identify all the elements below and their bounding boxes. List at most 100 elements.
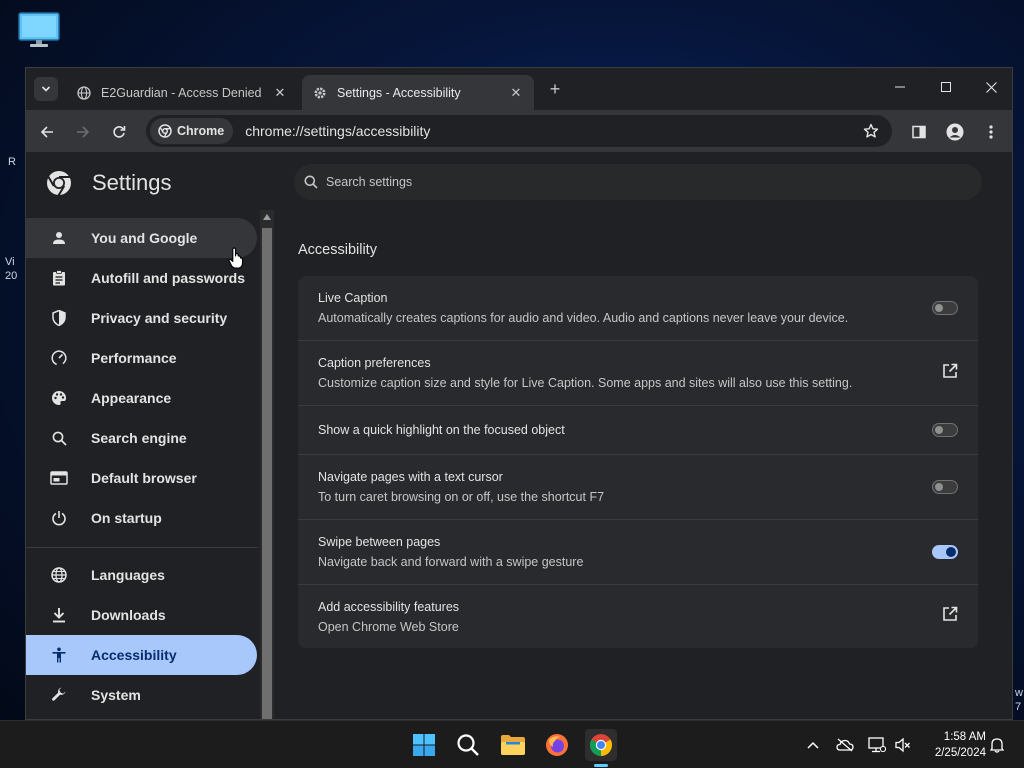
setting-row-caret-browsing[interactable]: Navigate pages with a text cursor To tur… <box>298 454 978 519</box>
url-text[interactable]: chrome://settings/accessibility <box>245 123 858 139</box>
scroll-up-arrow-icon[interactable] <box>263 214 271 220</box>
sidebar-item-you-and-google[interactable]: You and Google <box>26 218 257 258</box>
clock-time: 1:58 AM <box>943 731 986 743</box>
volume-muted-icon <box>895 737 910 753</box>
desktop-edge-text: w <box>1015 687 1023 699</box>
scrollbar-thumb[interactable] <box>262 228 272 719</box>
setting-row-swipe-between-pages[interactable]: Swipe between pages Navigate back and fo… <box>298 519 978 584</box>
setting-description: Open Chrome Web Store <box>318 619 459 634</box>
sidebar-item-on-startup[interactable]: On startup <box>26 498 257 538</box>
sidebar-item-accessibility[interactable]: Accessibility <box>26 635 257 675</box>
forward-button[interactable] <box>70 119 96 145</box>
globe-icon <box>50 566 68 584</box>
network-button[interactable] <box>867 735 887 755</box>
onedrive-button[interactable] <box>835 735 855 755</box>
tab-e2guardian[interactable]: E2Guardian - Access Denied ✕ <box>66 75 298 110</box>
swipe-between-pages-toggle[interactable] <box>932 545 958 559</box>
side-panel-button[interactable] <box>906 119 932 145</box>
sidebar-item-search-engine[interactable]: Search engine <box>26 418 257 458</box>
menu-button[interactable] <box>978 119 1004 145</box>
bookmark-star-button[interactable] <box>858 118 884 144</box>
back-button[interactable] <box>34 119 60 145</box>
external-link-icon[interactable] <box>942 606 958 627</box>
sidebar-item-system[interactable]: System <box>26 675 257 715</box>
chevron-up-icon <box>807 741 819 749</box>
settings-page: Settings Search settings You and Google … <box>26 152 1012 719</box>
tab-settings[interactable]: Settings - Accessibility ✕ <box>302 75 534 110</box>
setting-description: To turn caret browsing on or off, use th… <box>318 490 605 504</box>
star-icon <box>863 123 879 138</box>
clock-date: 2/25/2024 <box>934 747 986 759</box>
live-caption-toggle[interactable] <box>932 301 958 315</box>
sidebar-item-downloads[interactable]: Downloads <box>26 595 257 635</box>
setting-label: Add accessibility features <box>318 599 460 614</box>
power-icon <box>50 509 68 527</box>
sidebar-item-default-browser[interactable]: Default browser <box>26 458 257 498</box>
sidebar-item-performance[interactable]: Performance <box>26 338 257 378</box>
gear-icon <box>312 85 328 101</box>
setting-row-live-caption[interactable]: Live Caption Automatically creates capti… <box>298 276 978 340</box>
sidebar-item-autofill[interactable]: Autofill and passwords <box>26 258 257 298</box>
sidebar-item-appearance[interactable]: Appearance <box>26 378 257 418</box>
setting-row-focus-highlight[interactable]: Show a quick highlight on the focused ob… <box>298 405 978 454</box>
chip-label: Chrome <box>177 124 225 138</box>
search-icon <box>304 175 318 189</box>
chevron-down-icon <box>41 86 51 92</box>
reload-icon <box>113 126 126 138</box>
sidebar-item-privacy[interactable]: Privacy and security <box>26 298 257 338</box>
profile-button[interactable] <box>942 119 968 145</box>
sidebar-item-label: You and Google <box>91 230 198 246</box>
mouse-cursor-hand-icon <box>228 247 244 274</box>
tab-search-button[interactable] <box>34 77 58 101</box>
site-info-chip[interactable]: Chrome <box>150 118 234 144</box>
close-icon[interactable]: ✕ <box>508 85 524 101</box>
section-title: Accessibility <box>298 242 377 258</box>
focus-highlight-toggle[interactable] <box>932 423 958 437</box>
volume-button[interactable] <box>893 735 913 755</box>
close-icon[interactable]: ✕ <box>272 85 288 101</box>
windows-start-button[interactable] <box>408 729 440 761</box>
file-explorer-button[interactable] <box>497 729 529 761</box>
desktop-monitor-icon[interactable] <box>18 12 60 48</box>
minimize-button[interactable] <box>877 74 923 100</box>
external-link-icon[interactable] <box>942 363 958 384</box>
sidebar-item-label: Accessibility <box>91 647 177 663</box>
system-clock[interactable]: 1:58 AM 2/25/2024 <box>922 729 986 761</box>
caret-browsing-toggle[interactable] <box>932 480 958 494</box>
sidebar-item-languages[interactable]: Languages <box>26 555 257 595</box>
taskbar-search-button[interactable] <box>452 729 484 761</box>
search-settings-input[interactable]: Search settings <box>294 164 982 200</box>
chrome-taskbar-button[interactable] <box>585 729 617 761</box>
desktop-edge-text: R <box>8 156 16 168</box>
accessibility-card: Live Caption Automatically creates capti… <box>298 276 978 648</box>
file-explorer-icon <box>501 735 525 755</box>
three-dots-vertical-icon <box>989 125 993 139</box>
address-bar[interactable]: Chrome chrome://settings/accessibility <box>146 115 892 147</box>
setting-label: Show a quick highlight on the focused ob… <box>318 423 565 437</box>
desktop-edge-text: Vi <box>5 256 15 268</box>
sidebar-scrollbar[interactable] <box>260 210 274 719</box>
maximize-button[interactable] <box>923 74 969 100</box>
firefox-button[interactable] <box>541 729 573 761</box>
desktop-edge-text: 20 <box>5 270 18 282</box>
new-tab-button[interactable]: + <box>544 78 566 100</box>
setting-row-add-accessibility-features[interactable]: Add accessibility features Open Chrome W… <box>298 584 978 648</box>
reload-button[interactable] <box>106 119 132 145</box>
page-title: Settings <box>92 170 172 195</box>
setting-label: Navigate pages with a text cursor <box>318 470 503 484</box>
show-hidden-icons-button[interactable] <box>803 735 823 755</box>
globe-icon <box>76 85 92 101</box>
download-icon <box>50 606 68 624</box>
sidebar-item-label: Autofill and passwords <box>91 270 246 286</box>
settings-brand: Settings <box>46 170 172 196</box>
notifications-button[interactable] <box>987 735 1007 755</box>
setting-row-caption-preferences[interactable]: Caption preferences Customize caption si… <box>298 340 978 405</box>
setting-description: Customize caption size and style for Liv… <box>318 376 853 390</box>
minimize-icon <box>895 86 905 88</box>
settings-sidebar: You and Google Autofill and passwords Pr… <box>26 218 258 719</box>
close-window-button[interactable] <box>968 74 1012 100</box>
search-placeholder: Search settings <box>326 175 413 189</box>
network-icon <box>868 737 886 753</box>
setting-label: Caption preferences <box>318 356 431 370</box>
sidebar-item-label: Languages <box>91 567 165 583</box>
